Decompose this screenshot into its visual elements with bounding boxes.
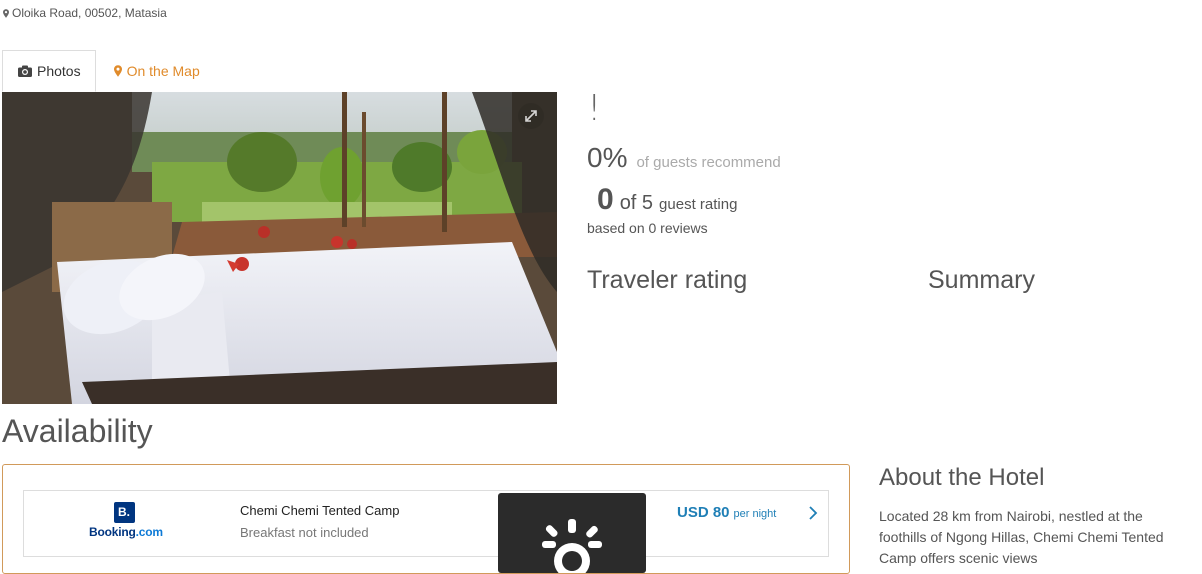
chevron-right-icon[interactable] — [806, 504, 820, 522]
loading-overlay — [498, 493, 646, 573]
camera-icon — [18, 65, 32, 77]
tab-on-the-map[interactable]: On the Map — [96, 50, 214, 92]
reviews-count: based on 0 reviews — [587, 220, 708, 236]
expand-icon[interactable] — [518, 103, 544, 129]
hotel-photo[interactable] — [2, 92, 557, 404]
map-pin-icon — [113, 65, 122, 77]
tab-photos[interactable]: Photos — [2, 50, 96, 92]
offer-price[interactable]: USD 80 per night — [677, 504, 776, 521]
loading-spinner-icon — [542, 519, 602, 573]
offer-meal-info: Breakfast not included — [240, 525, 369, 540]
tab-photos-label: Photos — [37, 63, 81, 79]
address-text: Oloika Road, 00502, Matasia — [12, 6, 167, 20]
summary-title: Summary — [928, 266, 1035, 294]
availability-title: Availability — [2, 413, 153, 449]
traveler-rating-title: Traveler rating — [587, 266, 748, 294]
rating-exclamation: ! — [587, 88, 602, 129]
about-hotel-title: About the Hotel — [879, 464, 1045, 491]
offer-hotel-name: Chemi Chemi Tented Camp — [240, 503, 400, 518]
hotel-address: Oloika Road, 00502, Matasia — [3, 6, 167, 20]
guest-rating-score: 0 — [597, 183, 614, 216]
tab-map-label: On the Map — [126, 63, 200, 79]
recommend-stat: 0% of guests recommend — [587, 142, 781, 174]
guest-rating-of: of 5 — [619, 192, 654, 214]
recommend-percent: 0% — [587, 142, 628, 173]
booking-logo-name: Booking.com — [89, 525, 163, 539]
booking-logo-mark: B. — [113, 502, 135, 523]
guest-rating: 0 of 5 guest rating — [597, 183, 737, 217]
guest-rating-label: guest rating — [659, 196, 738, 213]
offer-price-value: USD 80 — [677, 504, 730, 521]
recommend-label: of guests recommend — [636, 154, 781, 171]
map-pin-icon — [3, 8, 9, 18]
booking-logo: B. Booking.com — [89, 502, 163, 539]
offer-price-unit: per night — [733, 508, 777, 520]
bed-photo-image — [2, 92, 557, 404]
about-hotel-text: Located 28 km from Nairobi, nestled at t… — [879, 508, 1164, 566]
media-tabs: Photos On the Map — [2, 50, 214, 92]
